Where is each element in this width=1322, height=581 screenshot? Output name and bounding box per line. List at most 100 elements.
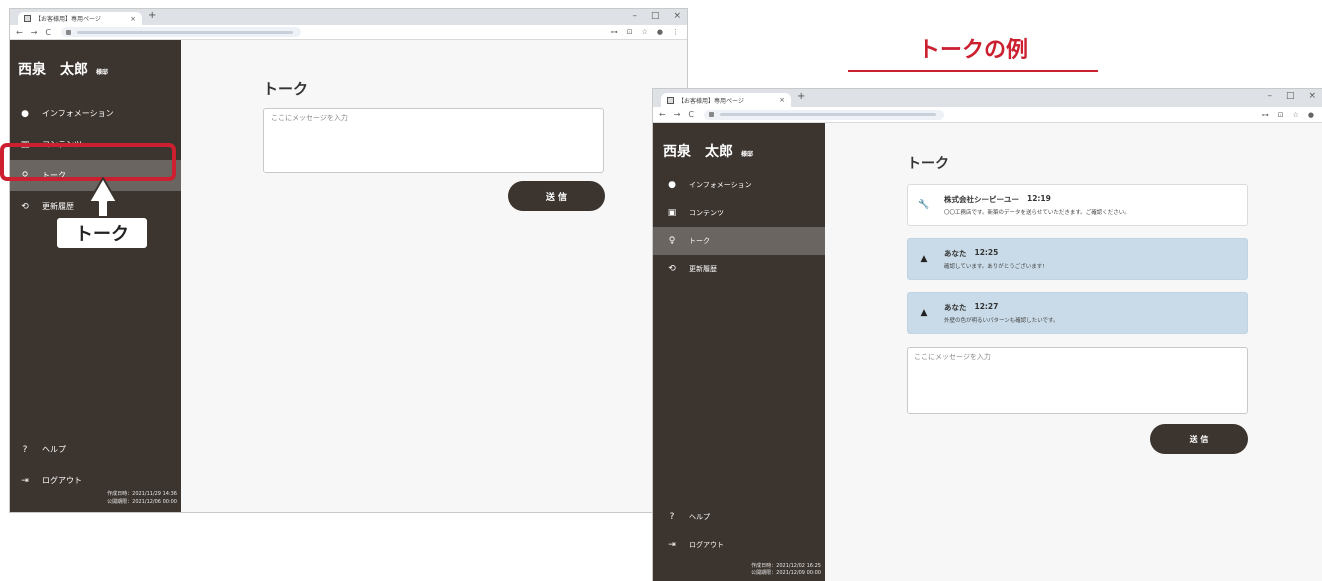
sidebar-item-logout[interactable]: ⇥ ログアウト bbox=[653, 531, 825, 559]
forward-icon[interactable]: → bbox=[31, 28, 38, 37]
tab-close-icon[interactable]: × bbox=[779, 96, 785, 104]
logout-icon: ⇥ bbox=[21, 475, 29, 486]
tab-bar: 【お客様用】専用ページ × + – □ × bbox=[653, 89, 1322, 107]
page-title: トーク bbox=[263, 80, 309, 98]
browser-tab[interactable]: 【お客様用】専用ページ × bbox=[18, 12, 142, 25]
example-title: トークの例 bbox=[917, 38, 1028, 63]
sidebar-item-contents[interactable]: ▣ コンテンツ bbox=[653, 199, 825, 227]
back-icon[interactable]: ← bbox=[16, 28, 23, 37]
key-icon[interactable]: ⊶ bbox=[611, 28, 618, 36]
sidebar-item-label: ログアウト bbox=[42, 476, 82, 485]
main-content: トーク 🔧 株式会社シーピーユー 12:19 〇〇工務店です。新築のデータを送ら… bbox=[825, 123, 1322, 581]
title-underline bbox=[848, 70, 1098, 72]
new-tab-button[interactable]: + bbox=[797, 91, 805, 102]
sidebar-item-label: インフォメーション bbox=[42, 109, 114, 118]
sidebar-item-label: ヘルプ bbox=[42, 445, 66, 454]
reload-icon[interactable]: C bbox=[688, 110, 694, 119]
talk-message: ▲ あなた 12:25 確認しています。ありがとうございます! bbox=[907, 238, 1248, 280]
sidebar-item-help[interactable]: ? ヘルプ bbox=[653, 503, 825, 531]
help-icon: ? bbox=[22, 444, 28, 455]
reload-icon[interactable]: C bbox=[45, 28, 51, 37]
sidebar-item-label: ヘルプ bbox=[689, 513, 710, 521]
user-name: 西泉 太郎 様邸 bbox=[18, 62, 109, 78]
sidebar-item-label: コンテンツ bbox=[689, 209, 724, 217]
sidebar-item-label: 更新履歴 bbox=[42, 202, 74, 211]
new-tab-button[interactable]: + bbox=[148, 10, 156, 21]
message-time: 12:27 bbox=[974, 302, 999, 311]
page-title: トーク bbox=[907, 156, 949, 172]
honorific: 様邸 bbox=[741, 151, 754, 158]
url-field[interactable] bbox=[61, 27, 301, 37]
tab-title: 【お客様用】専用ページ bbox=[678, 97, 744, 105]
message-body: 外壁の色が明るいパターンも確認したいです。 bbox=[944, 318, 1059, 324]
history-icon: ⟲ bbox=[21, 201, 29, 212]
message-time: 12:25 bbox=[974, 248, 999, 257]
expiry-date: 公開期限：2021/12/06 00:00 bbox=[107, 499, 177, 505]
message-body: 確認しています。ありがとうございます! bbox=[944, 264, 1045, 270]
info-icon: ● bbox=[21, 108, 29, 119]
image-icon: ▣ bbox=[667, 208, 677, 218]
maximize-icon[interactable]: □ bbox=[1286, 91, 1295, 101]
sidebar-item-talk[interactable]: ♀ トーク bbox=[653, 227, 825, 255]
message-input[interactable]: ここにメッセージを入力 bbox=[263, 108, 604, 173]
tab-title: 【お客様用】専用ページ bbox=[35, 16, 101, 23]
talk-callout-label: トーク bbox=[55, 216, 149, 250]
url-field[interactable] bbox=[704, 109, 944, 120]
address-bar: ← → C ⊶ ⊡ ☆ ● ⋮ bbox=[10, 25, 687, 40]
maximize-icon[interactable]: □ bbox=[651, 11, 660, 21]
key-icon[interactable]: ⊶ bbox=[1262, 111, 1269, 119]
url-text-blurred bbox=[77, 30, 293, 34]
profile-icon[interactable]: ● bbox=[657, 28, 663, 36]
close-window-icon[interactable]: × bbox=[673, 11, 681, 21]
sidebar-item-information[interactable]: ● インフォメーション bbox=[10, 98, 181, 129]
minimize-icon[interactable]: – bbox=[632, 11, 637, 21]
tab-close-icon[interactable]: × bbox=[130, 15, 136, 23]
history-icon: ⟲ bbox=[668, 264, 676, 274]
close-window-icon[interactable]: × bbox=[1308, 91, 1316, 101]
person-icon: ▲ bbox=[920, 254, 928, 264]
expiry-date: 公開期限：2021/12/09 00:00 bbox=[751, 570, 821, 576]
favicon-icon bbox=[667, 96, 674, 104]
sidebar-item-information[interactable]: ● インフォメーション bbox=[653, 171, 825, 199]
tab-bar: 【お客様用】専用ページ × + – □ × bbox=[10, 9, 687, 25]
main-content: トーク ここにメッセージを入力 送 信 bbox=[181, 40, 687, 512]
sidebar: 西泉 太郎 様邸 ● インフォメーション ▣ コンテンツ ♀ トーク ⟲ 更新履… bbox=[10, 40, 181, 512]
forward-icon[interactable]: → bbox=[674, 110, 681, 119]
sidebar-item-history[interactable]: ⟲ 更新履歴 bbox=[653, 255, 825, 283]
share-icon[interactable]: ⊡ bbox=[627, 28, 633, 36]
send-button[interactable]: 送 信 bbox=[508, 181, 605, 211]
page-dates: 作成日時：2021/11/29 14:36 公開期限：2021/12/06 00… bbox=[107, 490, 177, 506]
message-sender: あなた bbox=[944, 303, 967, 312]
message-input[interactable]: ここにメッセージを入力 bbox=[907, 347, 1248, 414]
back-icon[interactable]: ← bbox=[659, 110, 666, 119]
lock-icon bbox=[66, 29, 71, 35]
page-dates: 作成日時：2021/12/02 16:25 公開期限：2021/12/09 00… bbox=[751, 563, 821, 577]
talk-message: 🔧 株式会社シーピーユー 12:19 〇〇工務店です。新築のデータを送らせていた… bbox=[907, 184, 1248, 226]
menu-icon[interactable]: ⋮ bbox=[672, 28, 679, 36]
favicon-icon bbox=[24, 15, 31, 22]
message-body: 〇〇工務店です。新築のデータを送らせていただきます。ご確認ください。 bbox=[944, 210, 1130, 216]
browser-tab[interactable]: 【お客様用】専用ページ × bbox=[661, 93, 791, 107]
message-sender: あなた bbox=[944, 249, 967, 258]
sidebar-item-help[interactable]: ? ヘルプ bbox=[10, 434, 181, 465]
wrench-icon: 🔧 bbox=[918, 200, 930, 210]
star-icon[interactable]: ☆ bbox=[642, 28, 648, 36]
message-sender: 株式会社シーピーユー bbox=[944, 195, 1019, 204]
info-icon: ● bbox=[668, 180, 676, 190]
message-time: 12:19 bbox=[1027, 194, 1051, 203]
share-icon[interactable]: ⊡ bbox=[1278, 111, 1284, 119]
person-icon: ▲ bbox=[920, 308, 928, 318]
created-date: 作成日時：2021/11/29 14:36 bbox=[107, 491, 177, 497]
created-date: 作成日時：2021/12/02 16:25 bbox=[751, 563, 821, 569]
lock-icon bbox=[709, 112, 714, 117]
chat-bubbles-icon: ♀ bbox=[668, 236, 676, 246]
sidebar-item-label: 更新履歴 bbox=[689, 265, 717, 273]
minimize-icon[interactable]: – bbox=[1267, 91, 1272, 101]
browser-window-before: 【お客様用】専用ページ × + – □ × ← → C ⊶ ⊡ ☆ ● ⋮ 西泉 bbox=[9, 8, 688, 513]
star-icon[interactable]: ☆ bbox=[1293, 111, 1299, 119]
send-button[interactable]: 送 信 bbox=[1150, 424, 1248, 454]
logout-icon: ⇥ bbox=[668, 540, 676, 550]
profile-icon[interactable]: ● bbox=[1308, 111, 1314, 119]
talk-highlight-frame bbox=[0, 143, 176, 181]
sidebar-item-label: ログアウト bbox=[689, 541, 724, 549]
